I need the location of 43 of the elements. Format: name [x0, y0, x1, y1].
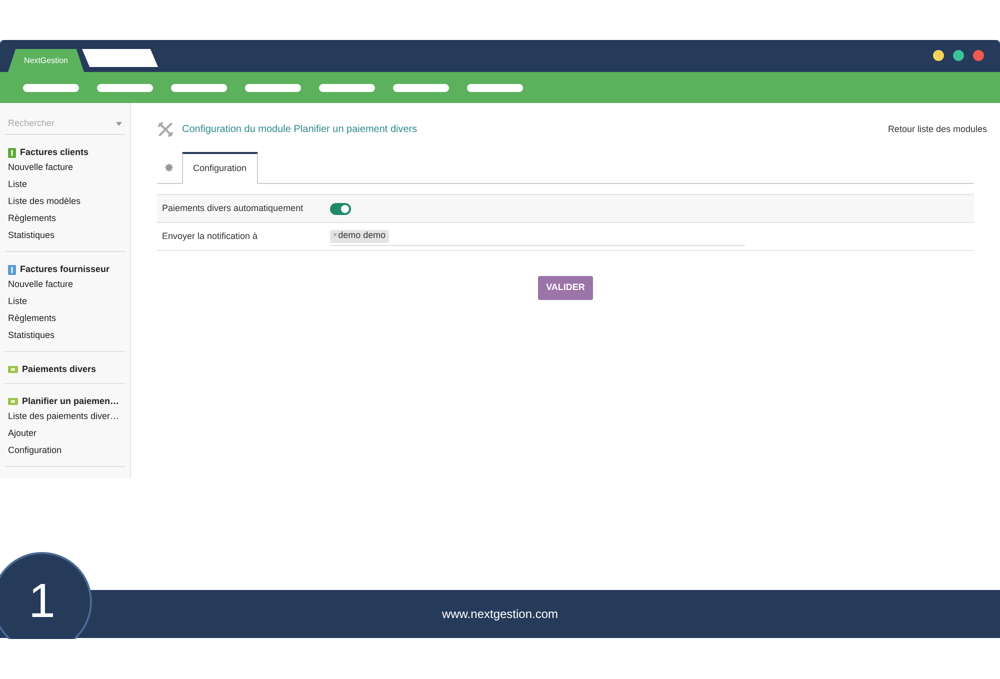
sidebar-item[interactable]: Règlements: [8, 310, 122, 328]
menu-placeholder[interactable]: [393, 84, 449, 92]
section-label: Factures fournisseur: [20, 262, 110, 276]
submit-button[interactable]: VALIDER: [538, 276, 593, 300]
sidebar-section-title[interactable]: Factures clients: [8, 146, 122, 160]
caret-icon: [116, 122, 122, 126]
menu-placeholder[interactable]: [171, 84, 227, 92]
website-url: www.nextgestion.com: [442, 606, 558, 623]
tag-label: demo demo: [338, 229, 386, 242]
tools-icon: [157, 121, 174, 138]
window-button[interactable]: [933, 50, 944, 61]
back-link[interactable]: Retour liste des modules: [888, 122, 987, 136]
menu-placeholder[interactable]: [467, 84, 523, 92]
sidebar-item[interactable]: Liste: [8, 294, 122, 310]
sidebar-item[interactable]: Configuration: [8, 442, 122, 460]
section-label: Paiements divers: [22, 362, 96, 376]
menu-placeholder[interactable]: [97, 84, 153, 92]
step-badge: 1: [0, 552, 92, 639]
sidebar-item[interactable]: Nouvelle facture: [8, 160, 122, 176]
sidebar-item[interactable]: Liste: [8, 176, 122, 194]
page-title: Configuration du module Planifier un paiement divers: [182, 123, 418, 137]
section-label: Factures clients: [20, 146, 89, 159]
toggle-switch[interactable]: [330, 202, 351, 214]
sidebar-section-title[interactable]: Factures fournisseur: [8, 262, 122, 276]
sidebar-item[interactable]: Liste des paiements diver…: [8, 408, 122, 426]
blank-tab[interactable]: [82, 49, 158, 67]
sidebar-item[interactable]: Ajouter: [8, 426, 122, 442]
field-label: Envoyer la notification à: [162, 230, 259, 243]
menu-placeholder[interactable]: [319, 84, 375, 92]
sidebar-item[interactable]: Nouvelle facture: [8, 276, 122, 294]
tab[interactable]: Configuration: [182, 152, 258, 184]
section-label: Planifier un paiemen…: [22, 394, 120, 408]
window-button[interactable]: [973, 50, 984, 61]
window-button[interactable]: [953, 50, 964, 61]
sidebar-item[interactable]: Liste des modèles: [8, 194, 122, 210]
sidebar-item[interactable]: Statistiques: [8, 228, 122, 244]
sidebar-item[interactable]: Statistiques: [8, 328, 122, 344]
menu-placeholder[interactable]: [23, 84, 79, 92]
sidebar-section-title[interactable]: Paiements divers: [8, 362, 122, 376]
sidebar-item[interactable]: Règlements: [8, 210, 122, 228]
sidebar-section-title[interactable]: Planifier un paiemen…: [8, 394, 122, 408]
menu-placeholder[interactable]: [245, 84, 301, 92]
field-label: Paiements divers automatiquement: [162, 202, 304, 215]
